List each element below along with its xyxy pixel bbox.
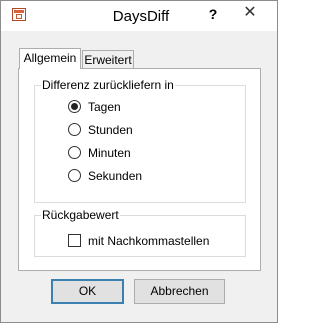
close-button[interactable]: ✕ (227, 2, 273, 24)
difference-group-legend: Differenz zurückliefern in (41, 78, 175, 92)
tab-label: Allgemein (23, 51, 77, 65)
checkbox-label[interactable]: mit Nachkommastellen (88, 233, 209, 249)
radio-selected-dot (71, 103, 78, 110)
cancel-button[interactable]: Abbrechen (134, 279, 225, 304)
radio-label[interactable]: Tagen (88, 99, 121, 115)
difference-group: Differenz zurückliefern in Tagen Stunden… (34, 78, 246, 203)
return-value-group: Rückgabewert mit Nachkommastellen (34, 208, 246, 257)
radio-button[interactable] (68, 123, 81, 136)
tab-label: Erweitert (84, 53, 132, 67)
ok-button-label: OK (78, 284, 97, 298)
radio-button[interactable] (68, 169, 81, 182)
cancel-button-label: Abbrechen (150, 284, 209, 298)
radio-button[interactable] (68, 100, 81, 113)
checkbox[interactable] (68, 234, 81, 247)
title-bar[interactable]: DaysDiff ? ✕ (1, 1, 277, 31)
tab-erweitert[interactable]: Erweitert (82, 50, 134, 69)
dialog-window: DaysDiff ? ✕ Allgemein Erweitert Differe… (0, 0, 278, 323)
radio-label[interactable]: Stunden (88, 122, 133, 138)
app-window-icon[interactable] (12, 8, 26, 21)
ok-button[interactable]: OK (51, 279, 124, 304)
close-icon: ✕ (243, 4, 257, 21)
radio-button[interactable] (68, 146, 81, 159)
return-value-group-legend: Rückgabewert (41, 208, 120, 222)
radio-label[interactable]: Sekunden (88, 168, 142, 184)
tab-panel-allgemein: Differenz zurückliefern in Tagen Stunden… (18, 68, 261, 271)
help-icon: ? (208, 6, 218, 22)
radio-label[interactable]: Minuten (88, 145, 131, 161)
help-button[interactable]: ? (201, 2, 225, 26)
tab-allgemein[interactable]: Allgemein (19, 48, 81, 69)
window-title: DaysDiff (112, 8, 170, 25)
